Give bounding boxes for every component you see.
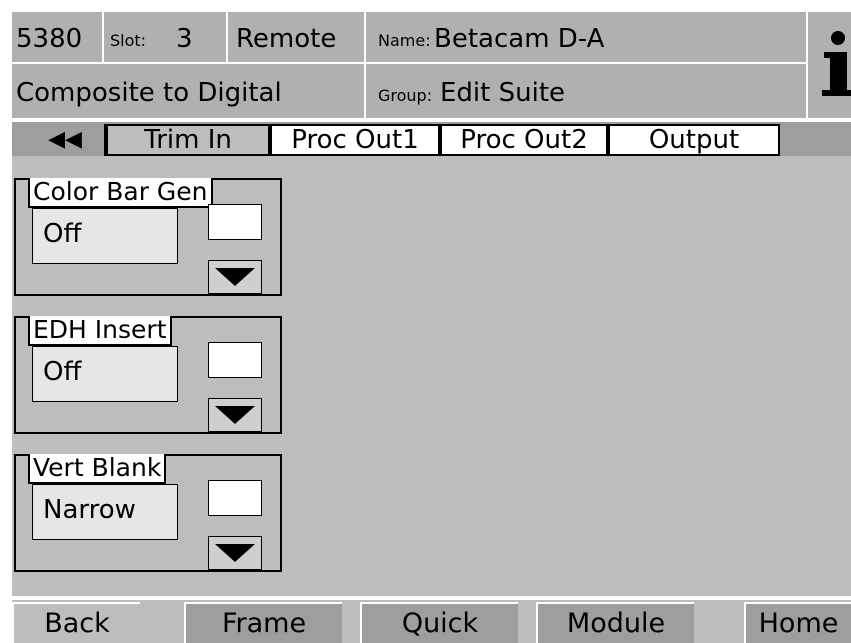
color-bar-gen-dropdown[interactable] xyxy=(208,260,262,294)
button-label: Module xyxy=(566,608,666,639)
chevron-down-icon xyxy=(215,268,255,286)
field-value: Off xyxy=(43,357,82,387)
button-label: Home xyxy=(758,608,839,639)
mode-text: Remote xyxy=(236,24,337,54)
tab-trim-in[interactable]: Trim In xyxy=(106,124,270,156)
name-cell: Name: Betacam D-A xyxy=(366,12,806,62)
info-button[interactable] xyxy=(808,12,851,118)
edh-insert-checkbox[interactable] xyxy=(208,342,262,378)
tab-proc-out2[interactable]: Proc Out2 xyxy=(440,124,608,156)
model-cell: 5380 xyxy=(12,12,102,62)
info-icon xyxy=(822,31,851,96)
description-cell: Composite to Digital xyxy=(12,64,364,118)
name-value: Betacam D-A xyxy=(434,24,605,54)
group-label: Color Bar Gen xyxy=(28,178,213,208)
vert-blank-group: Vert Blank Narrow xyxy=(14,454,282,572)
header-sep xyxy=(226,12,228,62)
button-label: Frame xyxy=(221,608,307,639)
edh-insert-group: EDH Insert Off xyxy=(14,316,282,434)
mode-cell: Remote xyxy=(228,12,364,62)
group-cell: Group: Edit Suite xyxy=(366,64,806,118)
tab-scroll-left[interactable]: ◀◀ xyxy=(26,124,106,156)
color-bar-gen-value: Off xyxy=(32,208,178,264)
vert-blank-value: Narrow xyxy=(32,484,178,540)
tab-label: Output xyxy=(648,125,740,155)
field-value: Narrow xyxy=(43,495,136,525)
header-sep xyxy=(806,12,808,118)
tab-proc-out1[interactable]: Proc Out1 xyxy=(270,124,440,156)
quick-button[interactable]: Quick xyxy=(360,602,518,643)
color-bar-gen-group: Color Bar Gen Off xyxy=(14,178,282,296)
footer-divider xyxy=(12,596,851,600)
module-button[interactable]: Module xyxy=(536,602,694,643)
tab-output[interactable]: Output xyxy=(608,124,780,156)
header-sep xyxy=(102,12,104,62)
back-button[interactable]: Back xyxy=(12,602,140,643)
color-bar-gen-checkbox[interactable] xyxy=(208,204,262,240)
name-label: Name: xyxy=(378,31,431,50)
header-sep xyxy=(364,12,366,118)
header-divider xyxy=(12,62,806,64)
field-value: Off xyxy=(43,219,82,249)
tab-label: Trim In xyxy=(144,125,232,155)
chevron-down-icon xyxy=(215,544,255,562)
group-value: Edit Suite xyxy=(440,78,566,108)
module-description: Composite to Digital xyxy=(16,78,282,108)
vert-blank-checkbox[interactable] xyxy=(208,480,262,516)
group-label: EDH Insert xyxy=(28,316,172,346)
button-label: Quick xyxy=(401,608,479,639)
slot-label: Slot: xyxy=(110,31,147,50)
vert-blank-dropdown[interactable] xyxy=(208,536,262,570)
home-button[interactable]: Home xyxy=(744,602,851,643)
device-screen: 5380 Slot: 3 Remote Name: Betacam D-A Co… xyxy=(12,12,851,643)
slot-value: 3 xyxy=(176,24,193,54)
tab-label: Proc Out2 xyxy=(460,125,588,155)
group-label: Group: xyxy=(378,86,433,105)
edh-insert-value: Off xyxy=(32,346,178,402)
edh-insert-dropdown[interactable] xyxy=(208,398,262,432)
button-label: Back xyxy=(44,608,110,639)
frame-button[interactable]: Frame xyxy=(184,602,342,643)
group-label: Vert Blank xyxy=(28,454,167,484)
scroll-left-icon: ◀◀ xyxy=(48,127,82,152)
chevron-down-icon xyxy=(215,406,255,424)
model-number: 5380 xyxy=(16,24,83,54)
tab-label: Proc Out1 xyxy=(291,125,419,155)
slot-cell: Slot: 3 xyxy=(104,12,226,62)
